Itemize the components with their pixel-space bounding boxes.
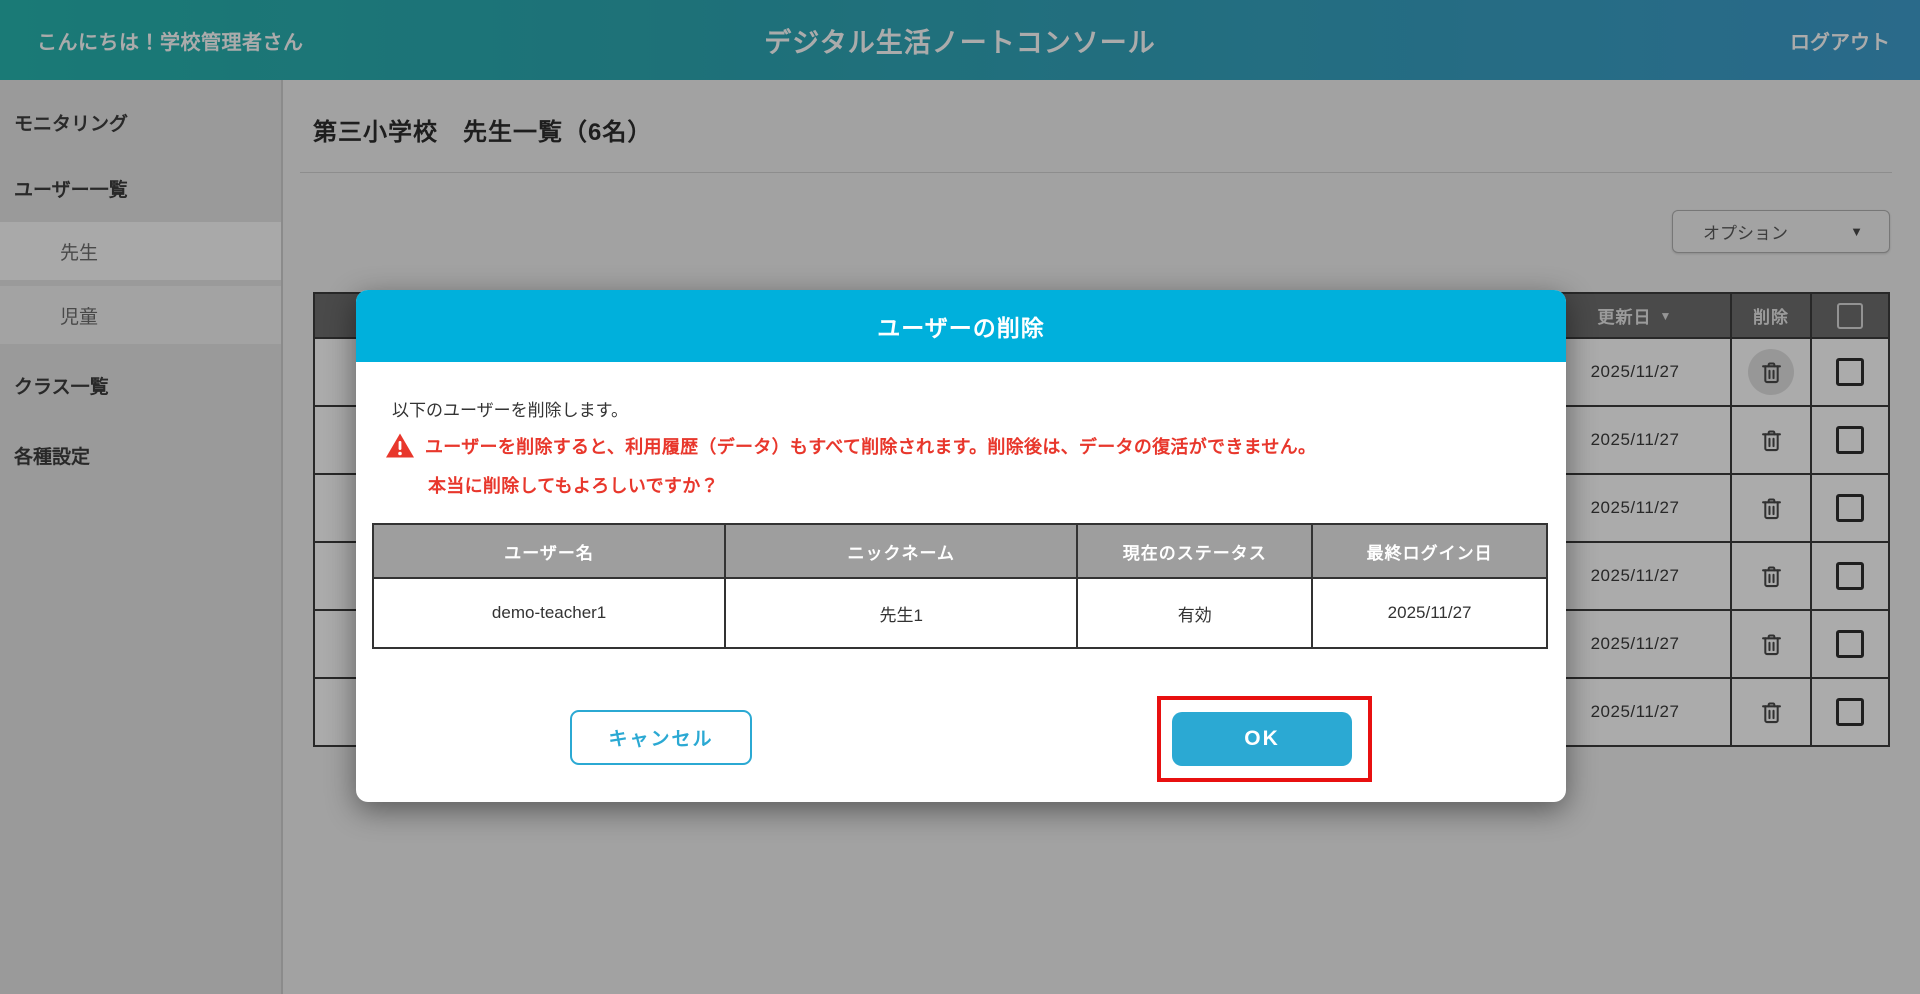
cell-status: 有効 xyxy=(1077,578,1312,648)
modal-intro-text: 以下のユーザーを削除します。 xyxy=(392,396,628,421)
cell-username: demo-teacher1 xyxy=(373,578,725,648)
col-nickname: ニックネーム xyxy=(725,524,1077,578)
modal-table-data-row: demo-teacher1 先生1 有効 2025/11/27 xyxy=(373,578,1547,648)
app-page: こんにちは！学校管理者さん デジタル生活ノートコンソール ログアウト モニタリン… xyxy=(0,0,1920,994)
cancel-button[interactable]: キャンセル xyxy=(570,710,752,765)
modal-table-header-row: ユーザー名 ニックネーム 現在のステータス 最終ログイン日 xyxy=(373,524,1547,578)
warning-text-line1: ユーザーを削除すると、利用履歴（データ）もすべて削除されます。削除後は、データの… xyxy=(425,433,1316,459)
col-last-login: 最終ログイン日 xyxy=(1312,524,1547,578)
delete-target-table: ユーザー名 ニックネーム 現在のステータス 最終ログイン日 demo-teach… xyxy=(372,523,1548,649)
warning-triangle-icon xyxy=(385,432,415,459)
cell-nickname: 先生1 xyxy=(725,578,1077,648)
cell-last-login: 2025/11/27 xyxy=(1312,578,1547,648)
ok-button[interactable]: OK xyxy=(1172,712,1352,766)
delete-user-modal: ユーザーの削除 以下のユーザーを削除します。 ユーザーを削除すると、利用履歴（デ… xyxy=(356,290,1566,802)
col-username: ユーザー名 xyxy=(373,524,725,578)
warning-text-line2: 本当に削除してもよろしいですか？ xyxy=(428,472,719,498)
col-status: 現在のステータス xyxy=(1077,524,1312,578)
modal-title: ユーザーの削除 xyxy=(356,290,1566,362)
warning-row: ユーザーを削除すると、利用履歴（データ）もすべて削除されます。削除後は、データの… xyxy=(385,432,1316,459)
